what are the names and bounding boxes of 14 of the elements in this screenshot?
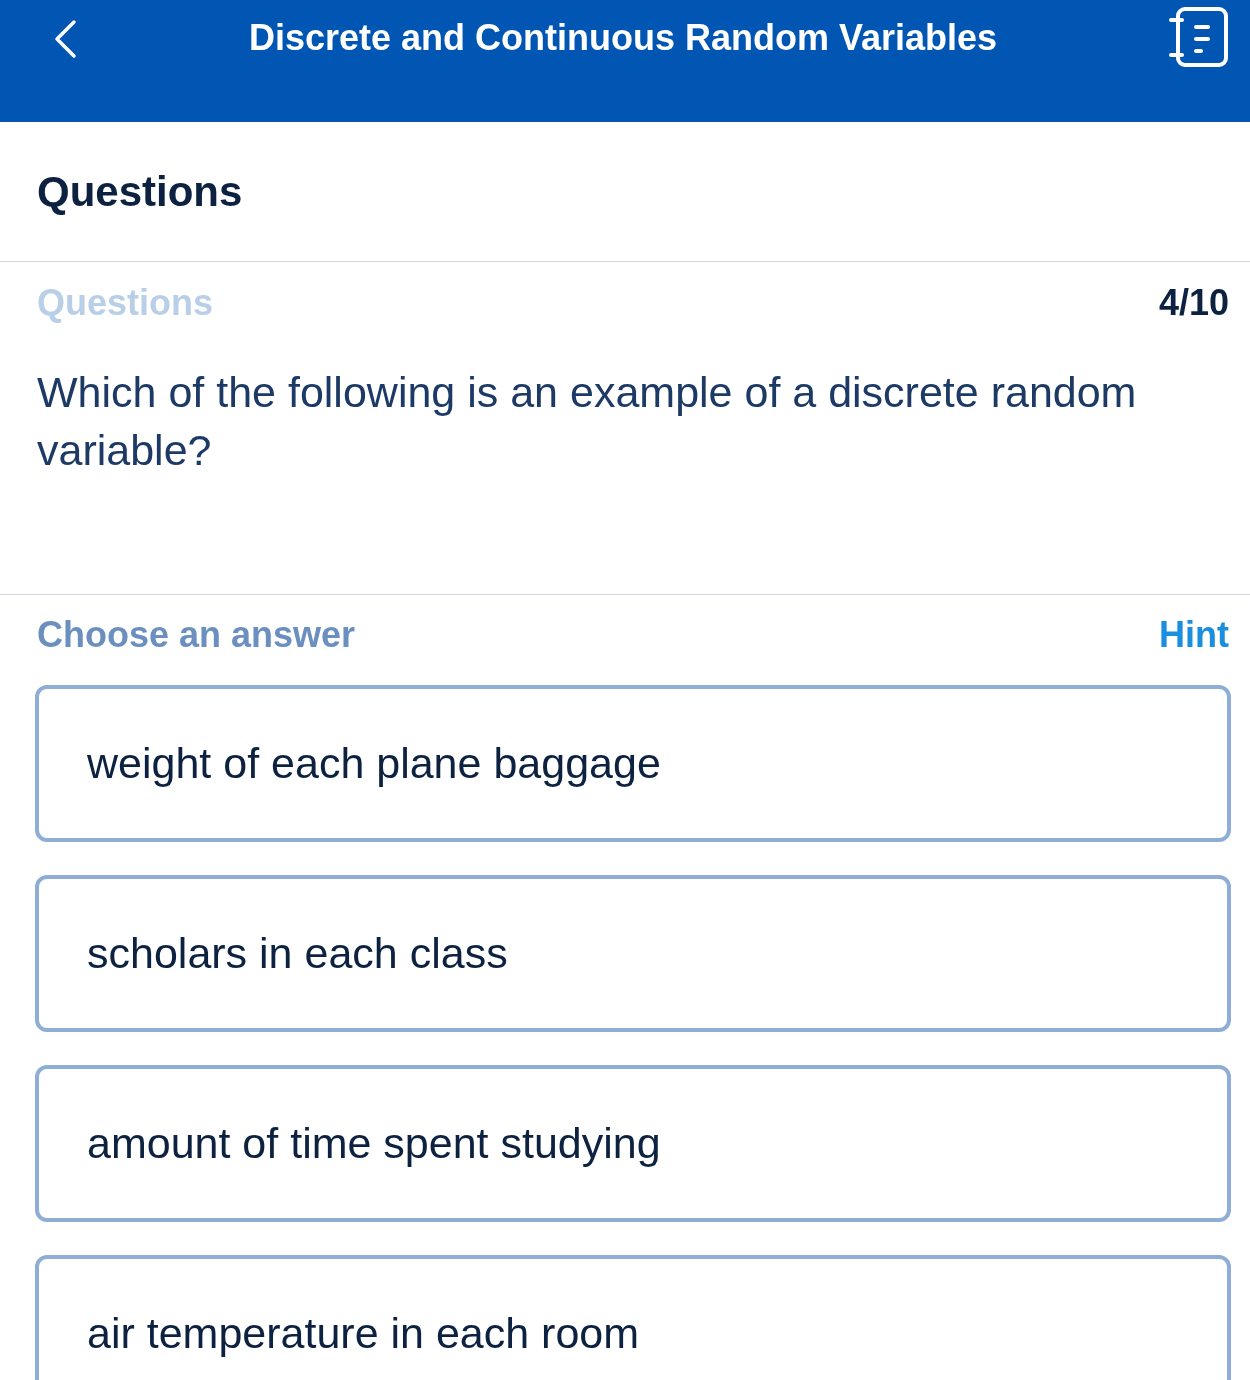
notebook-icon — [1168, 5, 1230, 69]
question-text: Which of the following is an example of a discrete random variable? — [36, 367, 1138, 476]
answer-option[interactable]: air temperature in each room — [35, 1255, 1231, 1380]
notes-button[interactable] — [1168, 5, 1230, 69]
question-counter: 4/10 — [1158, 282, 1229, 324]
answer-option[interactable]: weight of each plane baggage — [35, 685, 1231, 842]
back-icon — [52, 19, 78, 59]
section-title: Questions — [36, 166, 243, 217]
answer-option[interactable]: scholars in each class — [35, 875, 1231, 1032]
back-button[interactable] — [52, 19, 78, 59]
answer-label: Choose an answer — [37, 614, 356, 656]
answer-option[interactable]: amount of time spent studying — [35, 1065, 1231, 1222]
question-label: Questions — [37, 282, 214, 324]
screen-title: Discrete and Continuous Random Variables — [248, 17, 998, 59]
